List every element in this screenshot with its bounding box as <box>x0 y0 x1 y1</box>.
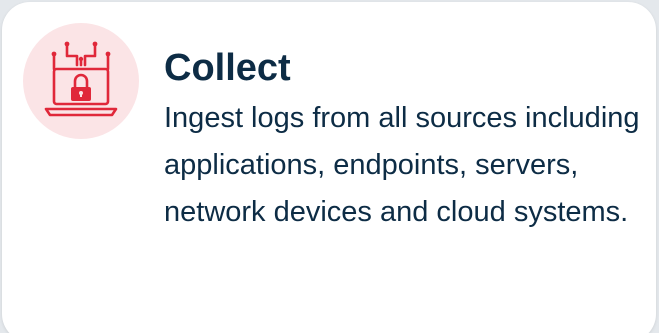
laptop-lock-icon <box>44 41 118 117</box>
icon-badge <box>23 23 139 139</box>
card-title: Collect <box>164 47 291 89</box>
card-description: Ingest logs from all sources including a… <box>164 102 640 228</box>
feature-card: Collect Ingest logs from all sources inc… <box>2 2 656 333</box>
